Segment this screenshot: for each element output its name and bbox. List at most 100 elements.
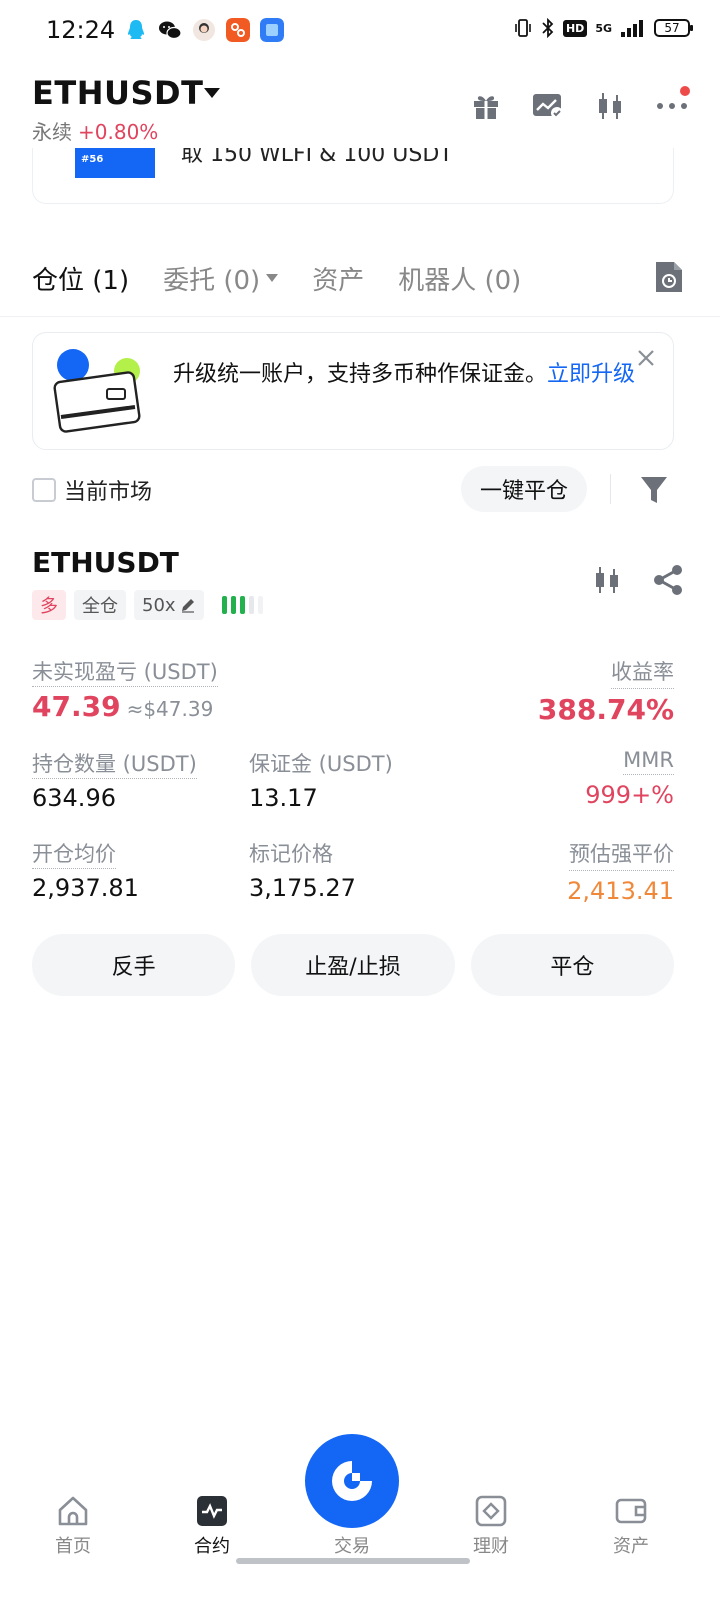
leverage-risk-bars [221, 596, 263, 614]
home-icon [58, 1496, 88, 1526]
wechat-icon [159, 21, 182, 40]
margin-mode-badge[interactable]: 全仓 [74, 590, 126, 620]
margin-value: 13.17 [249, 784, 318, 812]
history-document-icon[interactable] [652, 260, 684, 294]
network-label: 5G [595, 21, 612, 35]
tab-orders[interactable]: 委托 (0) [163, 260, 279, 297]
promo-text: 取 150 WLFI & 100 USDT [181, 148, 453, 167]
upgrade-message: 升级统一账户，支持多币种作保证金。立即升级 [173, 362, 636, 387]
vibrate-icon [515, 19, 531, 37]
candlestick-icon [599, 93, 621, 119]
unrealized-pnl-usd: ≈$47.39 [126, 697, 214, 721]
gift-icon [474, 96, 498, 119]
header: ETHUSDT 永续 +0.80% [0, 70, 720, 150]
roe-value: 388.74% [537, 693, 674, 726]
current-market-label: 当前市场 [64, 480, 153, 505]
mark-price: 标记价格 3,175.27 [249, 838, 356, 902]
liq-value: 2,413.41 [567, 877, 674, 905]
tab-assets[interactable]: 资产 [312, 260, 364, 297]
status-indicators: HD 5G 57 [513, 18, 693, 38]
hd-badge: HD [562, 19, 588, 37]
close-icon[interactable] [635, 347, 657, 369]
pair-dropdown-icon[interactable] [204, 88, 220, 98]
tab-bots[interactable]: 机器人 (0) [398, 260, 521, 297]
avatar-app-icon [193, 19, 215, 41]
wallet-icon [615, 1498, 647, 1524]
close-position-button[interactable]: 平仓 [470, 934, 674, 996]
entry-label[interactable]: 开仓均价 [32, 842, 116, 869]
more-button[interactable] [654, 86, 690, 124]
reverse-button[interactable]: 反手 [32, 934, 236, 996]
price-change: +0.80% [78, 120, 159, 144]
position-action-row: 反手 止盈/止损 平仓 [32, 934, 674, 996]
chart-check-icon [533, 94, 563, 119]
nav-home[interactable]: 首页 [33, 1494, 113, 1558]
unrealized-pnl-label[interactable]: 未实现盈亏 (USDT) [32, 660, 218, 687]
contract-type: 永续 [32, 120, 72, 144]
mark-value: 3,175.27 [249, 874, 356, 902]
close-all-button[interactable]: 一键平仓 [461, 466, 587, 512]
filter-divider [610, 474, 611, 504]
margin: 保证金 (USDT) 13.17 [249, 748, 393, 812]
position-tabs: 仓位 (1) 委托 (0) 资产 机器人 (0) [32, 256, 521, 300]
gallery-app-icon [260, 18, 284, 42]
promo-image: #56 [75, 148, 155, 178]
upgrade-account-card: 升级统一账户，支持多币种作保证金。立即升级 [32, 332, 674, 450]
tab-positions[interactable]: 仓位 (1) [32, 260, 129, 297]
position-tags: 多 全仓 50x [32, 590, 263, 620]
size-value: 634.96 [32, 784, 116, 812]
mark-label: 标记价格 [249, 842, 333, 866]
nav-earn[interactable]: 理财 [451, 1494, 531, 1558]
nav-futures[interactable]: 合约 [172, 1494, 252, 1558]
gift-button[interactable] [468, 88, 504, 124]
mmr-label[interactable]: MMR [623, 748, 674, 775]
header-actions [468, 86, 690, 124]
position-size: 持仓数量 (USDT) 634.96 [32, 748, 197, 812]
futures-chart-icon [197, 1496, 227, 1526]
tp-sl-button[interactable]: 止盈/止损 [251, 934, 455, 996]
bluetooth-icon [542, 18, 554, 38]
current-market-checkbox[interactable] [32, 478, 56, 502]
tabs-divider [0, 316, 720, 317]
leverage-badge[interactable]: 50x [134, 590, 204, 620]
mmr: MMR 999+% [585, 748, 674, 809]
notification-dot [680, 86, 690, 96]
status-app-icons [124, 18, 284, 42]
pair-subtitle: 永续 +0.80% [32, 116, 158, 145]
earn-icon [475, 1495, 507, 1527]
roe-label[interactable]: 收益率 [611, 656, 674, 689]
signal-icon [621, 20, 643, 37]
position-symbol[interactable]: ETHUSDT [32, 546, 179, 579]
home-indicator[interactable] [236, 1558, 470, 1564]
promo-tag: #56 [81, 154, 104, 165]
nav-trade-label[interactable]: 交易 [312, 1532, 392, 1558]
filter-icon[interactable] [640, 474, 668, 506]
margin-label: 保证金 (USDT) [249, 752, 393, 776]
mmr-value: 999+% [585, 781, 674, 809]
pair-title[interactable]: ETHUSDT [32, 74, 203, 112]
unrealized-pnl-value: 47.39 [32, 690, 121, 723]
candlestick-icon[interactable] [592, 564, 622, 596]
edit-pencil-icon [181, 599, 194, 613]
liq-label[interactable]: 预估强平价 [569, 838, 674, 871]
upgrade-now-link[interactable]: 立即升级 [547, 362, 635, 387]
store-app-icon [226, 18, 250, 42]
position-actions [592, 564, 684, 596]
promo-banner[interactable]: #56 取 150 WLFI & 100 USDT [32, 148, 674, 204]
share-icon[interactable] [652, 564, 684, 596]
chevron-down-icon [266, 274, 279, 282]
wallet-illustration-icon [53, 349, 141, 433]
nav-assets[interactable]: 资产 [591, 1494, 671, 1558]
qq-icon [128, 20, 144, 39]
chart-settings-button[interactable] [530, 88, 566, 124]
battery-indicator: 57 [654, 19, 693, 37]
size-label[interactable]: 持仓数量 (USDT) [32, 752, 197, 779]
entry-value: 2,937.81 [32, 874, 139, 902]
trade-logo-icon [332, 1461, 372, 1501]
more-dots-icon [657, 103, 687, 109]
bottom-nav: 首页 合约 交易 理财 资产 [0, 1434, 720, 1600]
candlestick-button[interactable] [592, 88, 628, 124]
liquidation-price: 预估强平价 2,413.41 [567, 838, 674, 905]
side-badge: 多 [32, 590, 66, 620]
trade-button[interactable] [305, 1434, 399, 1528]
